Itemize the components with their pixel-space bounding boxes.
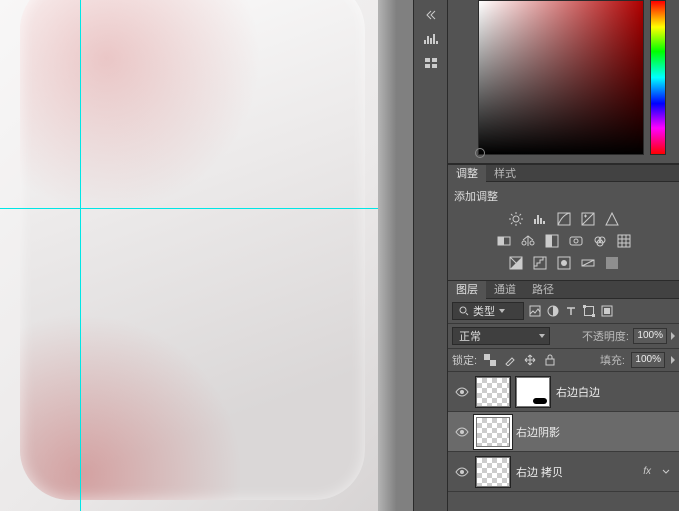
lock-position-icon[interactable] bbox=[523, 353, 537, 367]
blend-mode-label: 正常 bbox=[459, 328, 481, 344]
visibility-icon[interactable] bbox=[454, 387, 470, 397]
hue-saturation-icon[interactable] bbox=[497, 234, 511, 248]
rail-swatches-icon[interactable] bbox=[417, 52, 445, 74]
tab-layers[interactable]: 图层 bbox=[448, 281, 486, 299]
chevron-down-icon bbox=[499, 309, 505, 313]
right-panels: 调整 样式 添加调整 bbox=[448, 0, 679, 511]
fill-input[interactable]: 100% bbox=[631, 352, 665, 368]
tab-styles[interactable]: 样式 bbox=[486, 165, 524, 183]
layer-name[interactable]: 右边阴影 bbox=[516, 424, 673, 440]
exposure-icon[interactable] bbox=[581, 212, 595, 226]
layer-mask-thumbnail[interactable] bbox=[516, 377, 550, 407]
layer-filter-row: 类型 bbox=[448, 299, 679, 324]
filter-smart-icon[interactable] bbox=[600, 304, 614, 318]
threshold-icon[interactable] bbox=[557, 256, 571, 270]
color-balance-icon[interactable] bbox=[521, 234, 535, 248]
rail-expand-icon[interactable] bbox=[417, 4, 445, 26]
adjust-tabs: 调整 样式 bbox=[448, 164, 679, 182]
filter-kind-dropdown[interactable]: 类型 bbox=[452, 302, 524, 320]
adjustments-body: 添加调整 bbox=[448, 182, 679, 281]
opacity-flyout-icon[interactable] bbox=[671, 332, 675, 340]
layer-row[interactable]: 右边白边 bbox=[448, 372, 679, 412]
adjust-row-2 bbox=[448, 230, 679, 252]
lock-transparency-icon[interactable] bbox=[483, 353, 497, 367]
selective-color-icon[interactable] bbox=[605, 256, 619, 270]
visibility-icon[interactable] bbox=[454, 467, 470, 477]
blend-mode-dropdown[interactable]: 正常 bbox=[452, 327, 550, 345]
lock-row: 锁定: 填充: 100% bbox=[448, 349, 679, 372]
layer-thumbnail[interactable] bbox=[476, 457, 510, 487]
levels-icon[interactable] bbox=[533, 212, 547, 226]
document-shape bbox=[20, 0, 365, 500]
chevron-down-icon bbox=[539, 334, 545, 338]
lock-label: 锁定: bbox=[452, 352, 477, 368]
posterize-icon[interactable] bbox=[533, 256, 547, 270]
guide-horizontal[interactable] bbox=[0, 208, 378, 209]
layer-row[interactable]: 右边阴影 bbox=[448, 412, 679, 452]
blackwhite-icon[interactable] bbox=[545, 234, 559, 248]
layer-name[interactable]: 右边 拷贝 bbox=[516, 464, 637, 480]
lock-pixels-icon[interactable] bbox=[503, 353, 517, 367]
lock-all-icon[interactable] bbox=[543, 353, 557, 367]
layer-thumbnail[interactable] bbox=[476, 417, 510, 447]
visibility-icon[interactable] bbox=[454, 427, 470, 437]
layer-name[interactable]: 右边白边 bbox=[556, 384, 673, 400]
vibrance-icon[interactable] bbox=[605, 212, 619, 226]
opacity-input[interactable]: 100% bbox=[633, 328, 667, 344]
gradient-map-icon[interactable] bbox=[581, 256, 595, 270]
layers-list: 右边白边 右边阴影 右边 拷贝 fx bbox=[448, 372, 679, 511]
color-selection-ring bbox=[475, 148, 485, 158]
filter-adjustment-icon[interactable] bbox=[546, 304, 560, 318]
rail-histogram-icon[interactable] bbox=[417, 28, 445, 50]
search-icon bbox=[459, 306, 469, 316]
fill-flyout-icon[interactable] bbox=[671, 356, 675, 364]
tab-paths[interactable]: 路径 bbox=[524, 281, 562, 299]
chevron-down-icon[interactable] bbox=[659, 465, 673, 479]
layer-panel-tabs: 图层 通道 路径 bbox=[448, 281, 679, 299]
app-root: 调整 样式 添加调整 bbox=[0, 0, 679, 511]
add-adjustment-label: 添加调整 bbox=[448, 184, 679, 208]
color-picker bbox=[448, 0, 679, 164]
canvas-area[interactable] bbox=[0, 0, 413, 511]
color-saturation-field[interactable] bbox=[478, 0, 644, 155]
invert-icon[interactable] bbox=[509, 256, 523, 270]
opacity-label: 不透明度: bbox=[582, 328, 629, 344]
photo-filter-icon[interactable] bbox=[569, 234, 583, 248]
brightness-icon[interactable] bbox=[509, 212, 523, 226]
channel-mixer-icon[interactable] bbox=[593, 234, 607, 248]
filter-type-icon[interactable] bbox=[564, 304, 578, 318]
hue-slider[interactable] bbox=[650, 0, 666, 155]
tab-channels[interactable]: 通道 bbox=[486, 281, 524, 299]
layer-row[interactable]: 右边 拷贝 fx bbox=[448, 452, 679, 492]
adjust-row-3 bbox=[448, 252, 679, 274]
blend-row: 正常 不透明度: 100% bbox=[448, 324, 679, 349]
tab-adjustments[interactable]: 调整 bbox=[448, 165, 486, 183]
panel-area: 调整 样式 添加调整 bbox=[413, 0, 679, 511]
guide-vertical[interactable] bbox=[80, 0, 81, 511]
adjust-row-1 bbox=[448, 208, 679, 230]
colorlookup-icon[interactable] bbox=[617, 234, 631, 248]
layer-effects-badge[interactable]: fx bbox=[643, 466, 653, 477]
filter-shape-icon[interactable] bbox=[582, 304, 596, 318]
filter-pixel-icon[interactable] bbox=[528, 304, 542, 318]
fill-label: 填充: bbox=[600, 352, 625, 368]
filter-kind-label: 类型 bbox=[473, 303, 495, 319]
layer-thumbnail[interactable] bbox=[476, 377, 510, 407]
collapsed-panel-rail bbox=[413, 0, 448, 511]
curves-icon[interactable] bbox=[557, 212, 571, 226]
